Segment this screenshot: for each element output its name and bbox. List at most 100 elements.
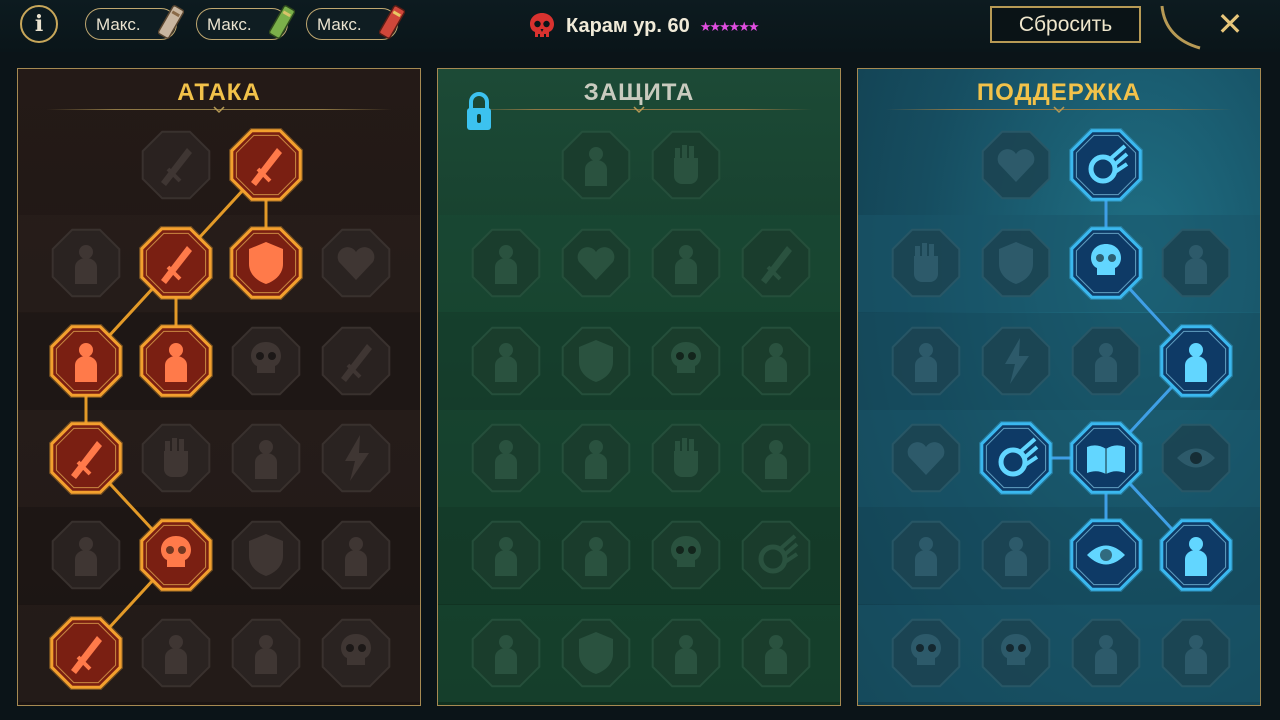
skill-node[interactable]: [315, 514, 397, 596]
skill-node[interactable]: [1065, 222, 1147, 304]
skill-node[interactable]: [975, 124, 1057, 206]
skill-node[interactable]: [735, 514, 817, 596]
tome-icon: [158, 5, 184, 39]
skill-node[interactable]: [1155, 612, 1237, 694]
skill-node[interactable]: [645, 417, 727, 499]
dagger-hand-icon: [321, 326, 391, 396]
skill-node[interactable]: [885, 612, 967, 694]
skill-node[interactable]: [315, 612, 397, 694]
skill-node[interactable]: [315, 417, 397, 499]
corner-ornament-icon: [1160, 5, 1201, 50]
lock-icon: [467, 92, 491, 130]
drops-icon: [561, 520, 631, 590]
spear-burst-icon: [139, 226, 213, 300]
energy-shield-icon: [981, 228, 1051, 298]
skill-node[interactable]: [135, 514, 217, 596]
skill-node[interactable]: [225, 417, 307, 499]
skill-node[interactable]: [135, 320, 217, 402]
skill-node[interactable]: [225, 612, 307, 694]
spartan-skull-icon: [321, 618, 391, 688]
crossed-swords-icon: [141, 130, 211, 200]
max-label: Макс.: [207, 15, 252, 34]
skill-node[interactable]: [885, 417, 967, 499]
skill-node[interactable]: [645, 612, 727, 694]
hero-info: Карам ур. 60 ★★★★★★: [528, 9, 760, 43]
skill-node[interactable]: [465, 320, 547, 402]
compass-star-icon: [891, 520, 961, 590]
skill-node[interactable]: [135, 417, 217, 499]
skill-node[interactable]: [555, 222, 637, 304]
skill-node[interactable]: [1065, 124, 1147, 206]
dancer-icon: [471, 326, 541, 396]
close-button[interactable]: ✕: [1212, 6, 1248, 42]
skill-node[interactable]: [555, 612, 637, 694]
skill-node[interactable]: [735, 222, 817, 304]
max-tome-button-3[interactable]: Макс.: [306, 5, 405, 40]
skill-node[interactable]: [135, 124, 217, 206]
skill-node[interactable]: [885, 222, 967, 304]
skill-node[interactable]: [225, 320, 307, 402]
skill-node[interactable]: [1155, 320, 1237, 402]
heart-armor-icon: [561, 228, 631, 298]
skill-node[interactable]: [1155, 514, 1237, 596]
skill-node[interactable]: [735, 417, 817, 499]
skill-node[interactable]: [555, 514, 637, 596]
skill-node[interactable]: [645, 124, 727, 206]
panel-title: ЗАЩИТА: [583, 79, 695, 106]
skill-node[interactable]: [885, 320, 967, 402]
skill-node[interactable]: [555, 320, 637, 402]
shield-icon: [561, 326, 631, 396]
skill-node[interactable]: [975, 514, 1057, 596]
skill-node[interactable]: [1065, 320, 1147, 402]
skill-node[interactable]: [645, 320, 727, 402]
raised-fist-icon: [651, 130, 721, 200]
star-rating: ★★★★★★: [700, 20, 760, 33]
skill-node[interactable]: [225, 222, 307, 304]
info-button[interactable]: i: [20, 5, 58, 43]
armor-plates-icon: [561, 130, 631, 200]
skull-icon: [981, 618, 1051, 688]
skill-node[interactable]: [225, 514, 307, 596]
skill-node[interactable]: [135, 612, 217, 694]
skill-node[interactable]: [45, 612, 127, 694]
monk-icon: [741, 326, 811, 396]
skill-node[interactable]: [975, 612, 1057, 694]
skill-node[interactable]: [645, 222, 727, 304]
skill-node[interactable]: [1065, 612, 1147, 694]
skill-node[interactable]: [315, 320, 397, 402]
max-tome-button-2[interactable]: Макс.: [196, 5, 295, 40]
max-tome-button-1[interactable]: Макс.: [85, 5, 184, 40]
skill-node[interactable]: [555, 417, 637, 499]
skill-node[interactable]: [1065, 417, 1147, 499]
skill-node[interactable]: [735, 320, 817, 402]
skill-node[interactable]: [465, 514, 547, 596]
twin-figures-icon: [471, 423, 541, 493]
skill-node[interactable]: [885, 514, 967, 596]
skill-node[interactable]: [465, 222, 547, 304]
skill-node[interactable]: [975, 320, 1057, 402]
skill-node[interactable]: [45, 320, 127, 402]
voodoo-doll-icon: [1159, 518, 1233, 592]
fanged-mouth-icon: [139, 324, 213, 398]
hero-name-level: Карам ур. 60: [566, 14, 690, 37]
skill-node[interactable]: [1155, 417, 1237, 499]
skill-node[interactable]: [555, 124, 637, 206]
skill-node[interactable]: [315, 222, 397, 304]
reset-button[interactable]: Сбросить: [990, 6, 1141, 43]
skill-node[interactable]: [1065, 514, 1147, 596]
skill-node[interactable]: [45, 417, 127, 499]
panel-title: АТАКА: [177, 79, 261, 106]
skill-node[interactable]: [975, 417, 1057, 499]
skill-node[interactable]: [225, 124, 307, 206]
skill-node[interactable]: [45, 222, 127, 304]
skill-node[interactable]: [465, 417, 547, 499]
skill-node[interactable]: [135, 222, 217, 304]
skill-node[interactable]: [1155, 222, 1237, 304]
skill-node[interactable]: [975, 222, 1057, 304]
skill-node[interactable]: [465, 612, 547, 694]
skill-node[interactable]: [735, 612, 817, 694]
skill-node[interactable]: [645, 514, 727, 596]
open-book-icon: [1069, 421, 1143, 495]
skill-node[interactable]: [45, 514, 127, 596]
silhouettes-icon: [1159, 324, 1233, 398]
